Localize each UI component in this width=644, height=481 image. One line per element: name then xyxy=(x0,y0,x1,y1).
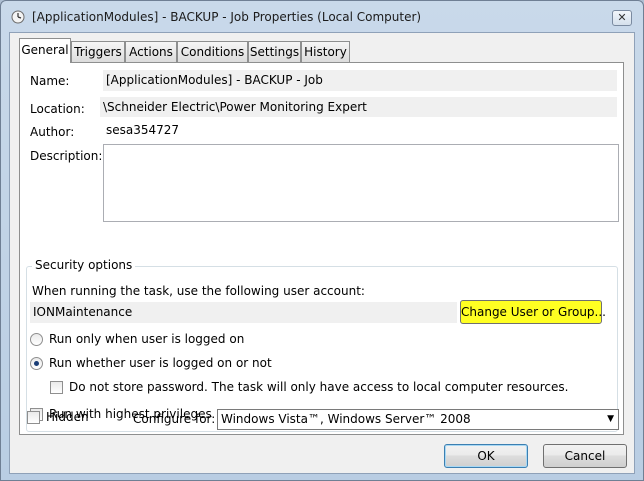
tab-triggers[interactable]: Triggers xyxy=(71,41,125,62)
tab-general-label: General xyxy=(21,43,69,57)
hidden-checkbox[interactable] xyxy=(27,411,40,424)
cancel-button[interactable]: Cancel xyxy=(543,444,627,468)
hidden-label[interactable]: Hidden xyxy=(46,410,89,424)
radio-selected-dot xyxy=(34,361,39,366)
change-user-button[interactable]: Change User or Group... xyxy=(460,300,606,324)
security-options-title: Security options xyxy=(32,258,136,272)
close-icon: ✕ xyxy=(617,11,627,24)
close-button[interactable]: ✕ xyxy=(612,10,632,26)
configure-for-label: Configure for: xyxy=(133,412,216,426)
tab-conditions[interactable]: Conditions xyxy=(177,41,248,62)
author-field[interactable]: sesa354727 xyxy=(103,120,617,140)
user-account-field: IONMaintenance xyxy=(30,302,457,323)
title-bar[interactable]: [ApplicationModules] - BACKUP - Job Prop… xyxy=(1,1,643,33)
tab-actions[interactable]: Actions xyxy=(125,41,177,62)
run-whether-logged-on-label[interactable]: Run whether user is logged on or not xyxy=(49,356,272,370)
do-not-store-password-checkbox[interactable] xyxy=(50,381,63,394)
dropdown-arrow-icon: ▼ xyxy=(607,414,614,424)
account-prompt: When running the task, use the following… xyxy=(32,284,365,298)
tab-settings[interactable]: Settings xyxy=(248,41,301,62)
tab-history[interactable]: History xyxy=(301,41,350,62)
description-textarea[interactable] xyxy=(103,144,619,222)
name-label: Name: xyxy=(30,74,70,88)
tab-general[interactable]: General xyxy=(19,38,71,63)
tab-actions-label: Actions xyxy=(129,45,173,59)
dialog-client: General Triggers Actions Conditions Sett… xyxy=(9,32,635,474)
configure-for-value: Windows Vista™, Windows Server™ 2008 xyxy=(221,412,471,426)
run-only-logged-on-label[interactable]: Run only when user is logged on xyxy=(49,332,244,346)
general-tab-panel: Name: [ApplicationModules] - BACKUP - Jo… xyxy=(19,62,624,435)
tab-triggers-label: Triggers xyxy=(74,45,122,59)
tab-history-label: History xyxy=(304,45,347,59)
security-options-group: Security options When running the task, … xyxy=(26,258,618,432)
do-not-store-password-label[interactable]: Do not store password. The task will onl… xyxy=(69,380,568,394)
clock-icon xyxy=(11,10,25,24)
location-field[interactable]: \Schneider Electric\Power Monitoring Exp… xyxy=(100,97,617,117)
tab-settings-label: Settings xyxy=(249,45,300,59)
run-only-logged-on-radio[interactable] xyxy=(30,333,43,346)
window-title: [ApplicationModules] - BACKUP - Job Prop… xyxy=(32,10,422,24)
tab-conditions-label: Conditions xyxy=(180,45,245,59)
run-whether-logged-on-radio[interactable] xyxy=(30,357,43,370)
configure-for-select[interactable]: Windows Vista™, Windows Server™ 2008 ▼ xyxy=(217,409,619,430)
job-properties-window: [ApplicationModules] - BACKUP - Job Prop… xyxy=(0,0,644,481)
location-label: Location: xyxy=(30,102,85,116)
ok-button[interactable]: OK xyxy=(444,444,528,468)
author-label: Author: xyxy=(30,125,75,139)
description-label: Description: xyxy=(30,149,103,163)
name-field[interactable]: [ApplicationModules] - BACKUP - Job xyxy=(103,70,617,91)
